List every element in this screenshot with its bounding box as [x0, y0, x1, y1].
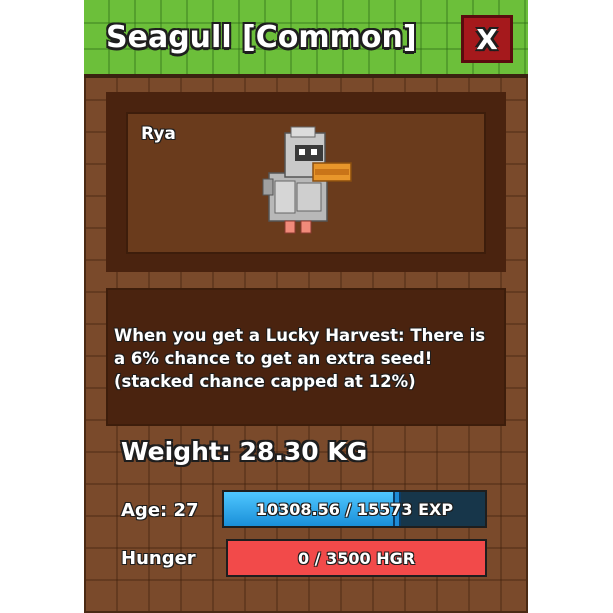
exp-progress-bar: 10308.56 / 15573 EXP: [222, 490, 487, 528]
pet-weight: Weight: 28.30 KG: [121, 437, 368, 466]
pet-title: Seagull [Common]: [106, 20, 417, 55]
close-button[interactable]: X: [461, 15, 513, 63]
seagull-pet-icon: [262, 126, 352, 234]
hunger-bar: 0 / 3500 HGR: [226, 539, 487, 577]
exp-text: 10308.56 / 15573 EXP: [255, 499, 454, 519]
age-label: Age: 27: [121, 500, 199, 521]
pet-name: Rya: [141, 124, 176, 144]
hunger-text: 0 / 3500 HGR: [297, 548, 416, 568]
pet-description: When you get a Lucky Harvest: There is a…: [114, 326, 486, 391]
hunger-label: Hunger: [121, 548, 196, 569]
